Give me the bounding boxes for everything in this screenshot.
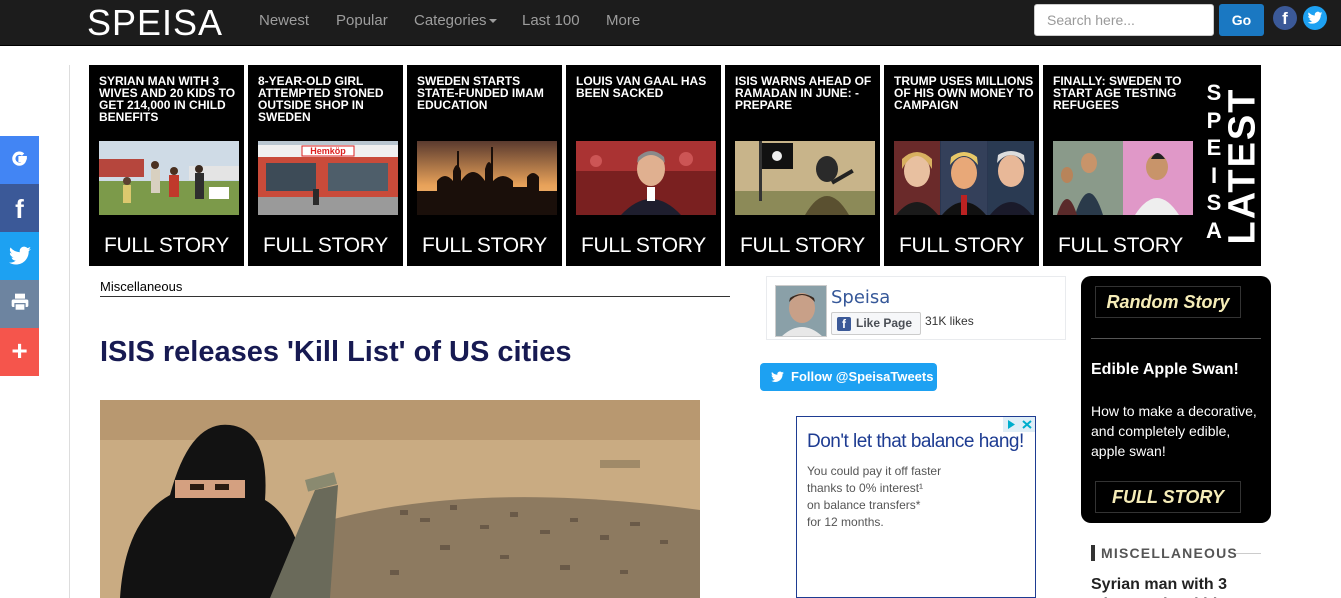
search-go-button[interactable]: Go	[1219, 4, 1264, 36]
random-story-description: How to make a decorative, and completely…	[1091, 403, 1257, 459]
card-title[interactable]: ISIS WARNS AHEAD OF RAMADAN IN JUNE: - P…	[735, 75, 875, 111]
card-title[interactable]: SWEDEN STARTS STATE-FUNDED IMAM EDUCATIO…	[417, 75, 557, 111]
card-image[interactable]	[1053, 141, 1193, 215]
card-image[interactable]	[576, 141, 716, 215]
facebook-page-widget: Speisa f Like Page 31K likes	[766, 276, 1066, 340]
shop-sign-text: Hemköp	[310, 146, 346, 156]
card-image[interactable]	[735, 141, 875, 215]
facebook-icon: f	[15, 194, 24, 224]
ad-body-line: for 12 months.	[807, 515, 884, 529]
misc-story-link[interactable]: Syrian man with 3 wives and 20 kids to	[1091, 575, 1261, 598]
misc-heading-label: MISCELLANEOUS	[1101, 545, 1238, 561]
card-title[interactable]: SYRIAN MAN WITH 3 WIVES AND 20 KIDS TO G…	[99, 75, 239, 123]
random-story-heading[interactable]: Random Story	[1095, 286, 1241, 318]
nav-newest[interactable]: Newest	[259, 12, 309, 29]
twitter-follow-label: Follow @SpeisaTweets	[791, 369, 934, 384]
ad-body-line: You could pay it off faster	[807, 464, 942, 478]
likes-count: 31K likes	[925, 314, 974, 328]
card-title[interactable]: 8-YEAR-OLD GIRL ATTEMPTED STONED OUTSIDE…	[258, 75, 398, 123]
card-title[interactable]: FINALLY: SWEDEN TO START AGE TESTING REF…	[1053, 75, 1193, 111]
twitter-follow-button[interactable]: Follow @SpeisaTweets	[760, 363, 937, 391]
ad-body[interactable]: You could pay it off faster thanks to 0%…	[807, 463, 1007, 531]
card-title[interactable]: TRUMP USES MILLIONS OF HIS OWN MONEY TO …	[894, 75, 1034, 111]
latest-label-block: SPEISA LATEST	[1194, 65, 1263, 266]
divider	[1091, 338, 1261, 339]
print-icon	[11, 293, 28, 311]
full-story-link[interactable]: FULL STORY	[89, 234, 244, 258]
card-image[interactable]	[99, 141, 239, 215]
advertisement[interactable]: Don't let that balance hang! You could p…	[796, 416, 1036, 598]
nav-popular[interactable]: Popular	[336, 12, 388, 29]
ad-body-line: thanks to 0% interest¹	[807, 481, 924, 495]
random-story-title[interactable]: Edible Apple Swan!	[1091, 361, 1266, 379]
random-full-story-button[interactable]: FULL STORY	[1095, 481, 1241, 513]
latest-label: LATEST	[1221, 87, 1263, 244]
nav-categories-label: Categories	[414, 12, 487, 29]
share-facebook-button[interactable]: f	[0, 184, 39, 232]
ad-choices-icon[interactable]	[1003, 417, 1035, 432]
full-story-link[interactable]: FULL STORY	[725, 234, 880, 258]
divider	[100, 296, 730, 297]
share-print-button[interactable]	[0, 280, 39, 328]
latest-card[interactable]: SYRIAN MAN WITH 3 WIVES AND 20 KIDS TO G…	[89, 65, 244, 266]
article-image[interactable]	[100, 400, 700, 598]
heading-accent-bar	[1091, 545, 1095, 561]
share-google-button[interactable]	[0, 136, 39, 184]
card-image[interactable]: Hemköp	[258, 141, 398, 215]
share-more-button[interactable]: +	[0, 328, 39, 376]
top-navbar: SPEISA Newest Popular Categories Last 10…	[0, 0, 1341, 46]
content-border	[69, 65, 70, 598]
nav-more[interactable]: More	[606, 12, 640, 29]
full-story-link[interactable]: FULL STORY	[407, 234, 562, 258]
full-story-link[interactable]: FULL STORY	[248, 234, 403, 258]
full-story-link[interactable]: FULL STORY	[884, 234, 1039, 258]
nav-categories[interactable]: Categories	[414, 12, 497, 29]
latest-card[interactable]: 8-YEAR-OLD GIRL ATTEMPTED STONED OUTSIDE…	[248, 65, 403, 266]
misc-section-heading: MISCELLANEOUS	[1091, 545, 1261, 561]
latest-card[interactable]: SWEDEN STARTS STATE-FUNDED IMAM EDUCATIO…	[407, 65, 562, 266]
plus-icon: +	[11, 335, 28, 366]
nav-last-100[interactable]: Last 100	[522, 12, 580, 29]
ad-body-line: on balance transfers*	[807, 498, 921, 512]
caret-down-icon	[488, 19, 497, 24]
ad-headline[interactable]: Don't let that balance hang!	[807, 431, 1024, 453]
search-input[interactable]	[1034, 4, 1214, 36]
card-title[interactable]: LOUIS VAN GAAL HAS BEEN SACKED	[576, 75, 716, 99]
page-avatar[interactable]	[775, 285, 827, 337]
divider	[1236, 553, 1261, 554]
full-story-link[interactable]: FULL STORY	[566, 234, 721, 258]
full-story-link[interactable]: FULL STORY	[1043, 234, 1198, 258]
article-title: ISIS releases 'Kill List' of US cities	[100, 336, 572, 368]
site-logo[interactable]: SPEISA	[87, 2, 223, 44]
facebook-icon: f	[837, 317, 851, 331]
card-image[interactable]	[417, 141, 557, 215]
share-twitter-button[interactable]	[0, 232, 39, 280]
twitter-icon	[8, 246, 31, 265]
twitter-icon	[771, 371, 784, 382]
twitter-icon[interactable]	[1303, 6, 1327, 30]
like-page-label: Like Page	[856, 316, 913, 330]
google-icon	[11, 151, 27, 166]
random-story-box: Random Story Edible Apple Swan! How to m…	[1081, 276, 1271, 523]
card-image[interactable]	[894, 141, 1034, 215]
page-name-link[interactable]: Speisa	[831, 287, 890, 308]
like-page-button[interactable]: f Like Page	[831, 312, 921, 335]
latest-card[interactable]: ISIS WARNS AHEAD OF RAMADAN IN JUNE: - P…	[725, 65, 880, 266]
latest-card[interactable]: LOUIS VAN GAAL HAS BEEN SACKED FULL STOR…	[566, 65, 721, 266]
latest-stories-strip: SYRIAN MAN WITH 3 WIVES AND 20 KIDS TO G…	[89, 65, 1263, 266]
latest-card[interactable]: FINALLY: SWEDEN TO START AGE TESTING REF…	[1043, 65, 1198, 266]
facebook-icon[interactable]: f	[1273, 6, 1297, 30]
latest-card[interactable]: TRUMP USES MILLIONS OF HIS OWN MONEY TO …	[884, 65, 1039, 266]
article-category-link[interactable]: Miscellaneous	[100, 279, 182, 294]
